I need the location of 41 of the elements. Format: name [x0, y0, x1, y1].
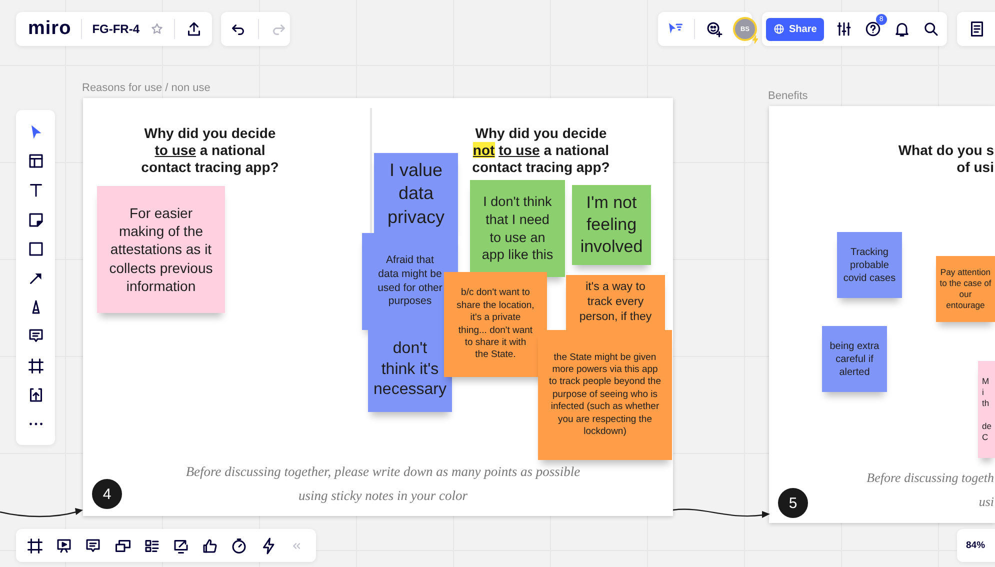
- presentation-icon[interactable]: [55, 536, 74, 554]
- sticky-note[interactable]: For easier making of the attestations as it collects previous information: [97, 186, 225, 313]
- frame-icon[interactable]: [26, 536, 44, 554]
- help-icon[interactable]: [864, 20, 882, 38]
- bolt-icon: [751, 35, 760, 44]
- sticky-note[interactable]: M i th de C: [978, 361, 995, 458]
- frame-number-badge[interactable]: 5: [778, 488, 808, 518]
- sticky-note[interactable]: Afraid that data might be used for other purposes: [362, 233, 458, 330]
- sticky-note[interactable]: it's a way to track every person, if they: [566, 275, 665, 330]
- reaction-icon[interactable]: [705, 20, 723, 38]
- logo[interactable]: miro: [28, 18, 72, 40]
- instruction-text: Before discussing togeth usi: [866, 469, 994, 511]
- sticky-note[interactable]: the State might be given more powers via this app to track people beyond the purpose of seeing who is infected (such as whether you are respecting the lockdown): [538, 330, 672, 460]
- template-icon[interactable]: [26, 152, 44, 170]
- notes-icon[interactable]: [968, 20, 986, 38]
- sticky-note[interactable]: Tracking probable covid cases: [837, 232, 902, 298]
- frame-number-badge[interactable]: 4: [92, 479, 122, 509]
- board-name[interactable]: FG-FR-4: [92, 22, 140, 36]
- settings-icon[interactable]: [834, 20, 853, 38]
- question-title: Why did you decide to use a national contact tracing app?: [140, 125, 280, 176]
- share-button[interactable]: Share: [766, 18, 824, 40]
- sticky-note[interactable]: I'm not feeling involved: [572, 185, 651, 265]
- timer-icon[interactable]: [230, 536, 248, 554]
- search-icon[interactable]: [922, 20, 940, 38]
- bell-icon[interactable]: [892, 20, 911, 38]
- zoom-level[interactable]: 84%: [966, 540, 986, 551]
- frame-icon[interactable]: [26, 356, 44, 374]
- instruction-text: Before discussing together, please write down as many points as possible using sticky notes in your color: [184, 463, 582, 505]
- sticky-note[interactable]: I don't think that I need to use an app like this: [470, 180, 565, 277]
- sticky-note[interactable]: don't think it's necessary: [368, 328, 452, 412]
- globe-icon: [773, 23, 785, 35]
- sticky-note[interactable]: Pay attention to the case of our entourage: [936, 256, 995, 322]
- star-icon[interactable]: [150, 22, 164, 36]
- question-title: What do you s of usi: [897, 142, 994, 176]
- rectangle-icon[interactable]: [26, 240, 44, 258]
- sticky-note-icon[interactable]: [26, 210, 44, 229]
- comment-icon[interactable]: [84, 536, 102, 554]
- sticky-note[interactable]: being extra careful if alerted: [822, 326, 887, 392]
- sticky-note[interactable]: b/c don't want to share the location, it's a private thing... don't want to share it with the State.: [444, 272, 547, 377]
- sticky-note[interactable]: I value data privacy: [374, 153, 458, 235]
- thumbs-up-icon[interactable]: [201, 536, 220, 554]
